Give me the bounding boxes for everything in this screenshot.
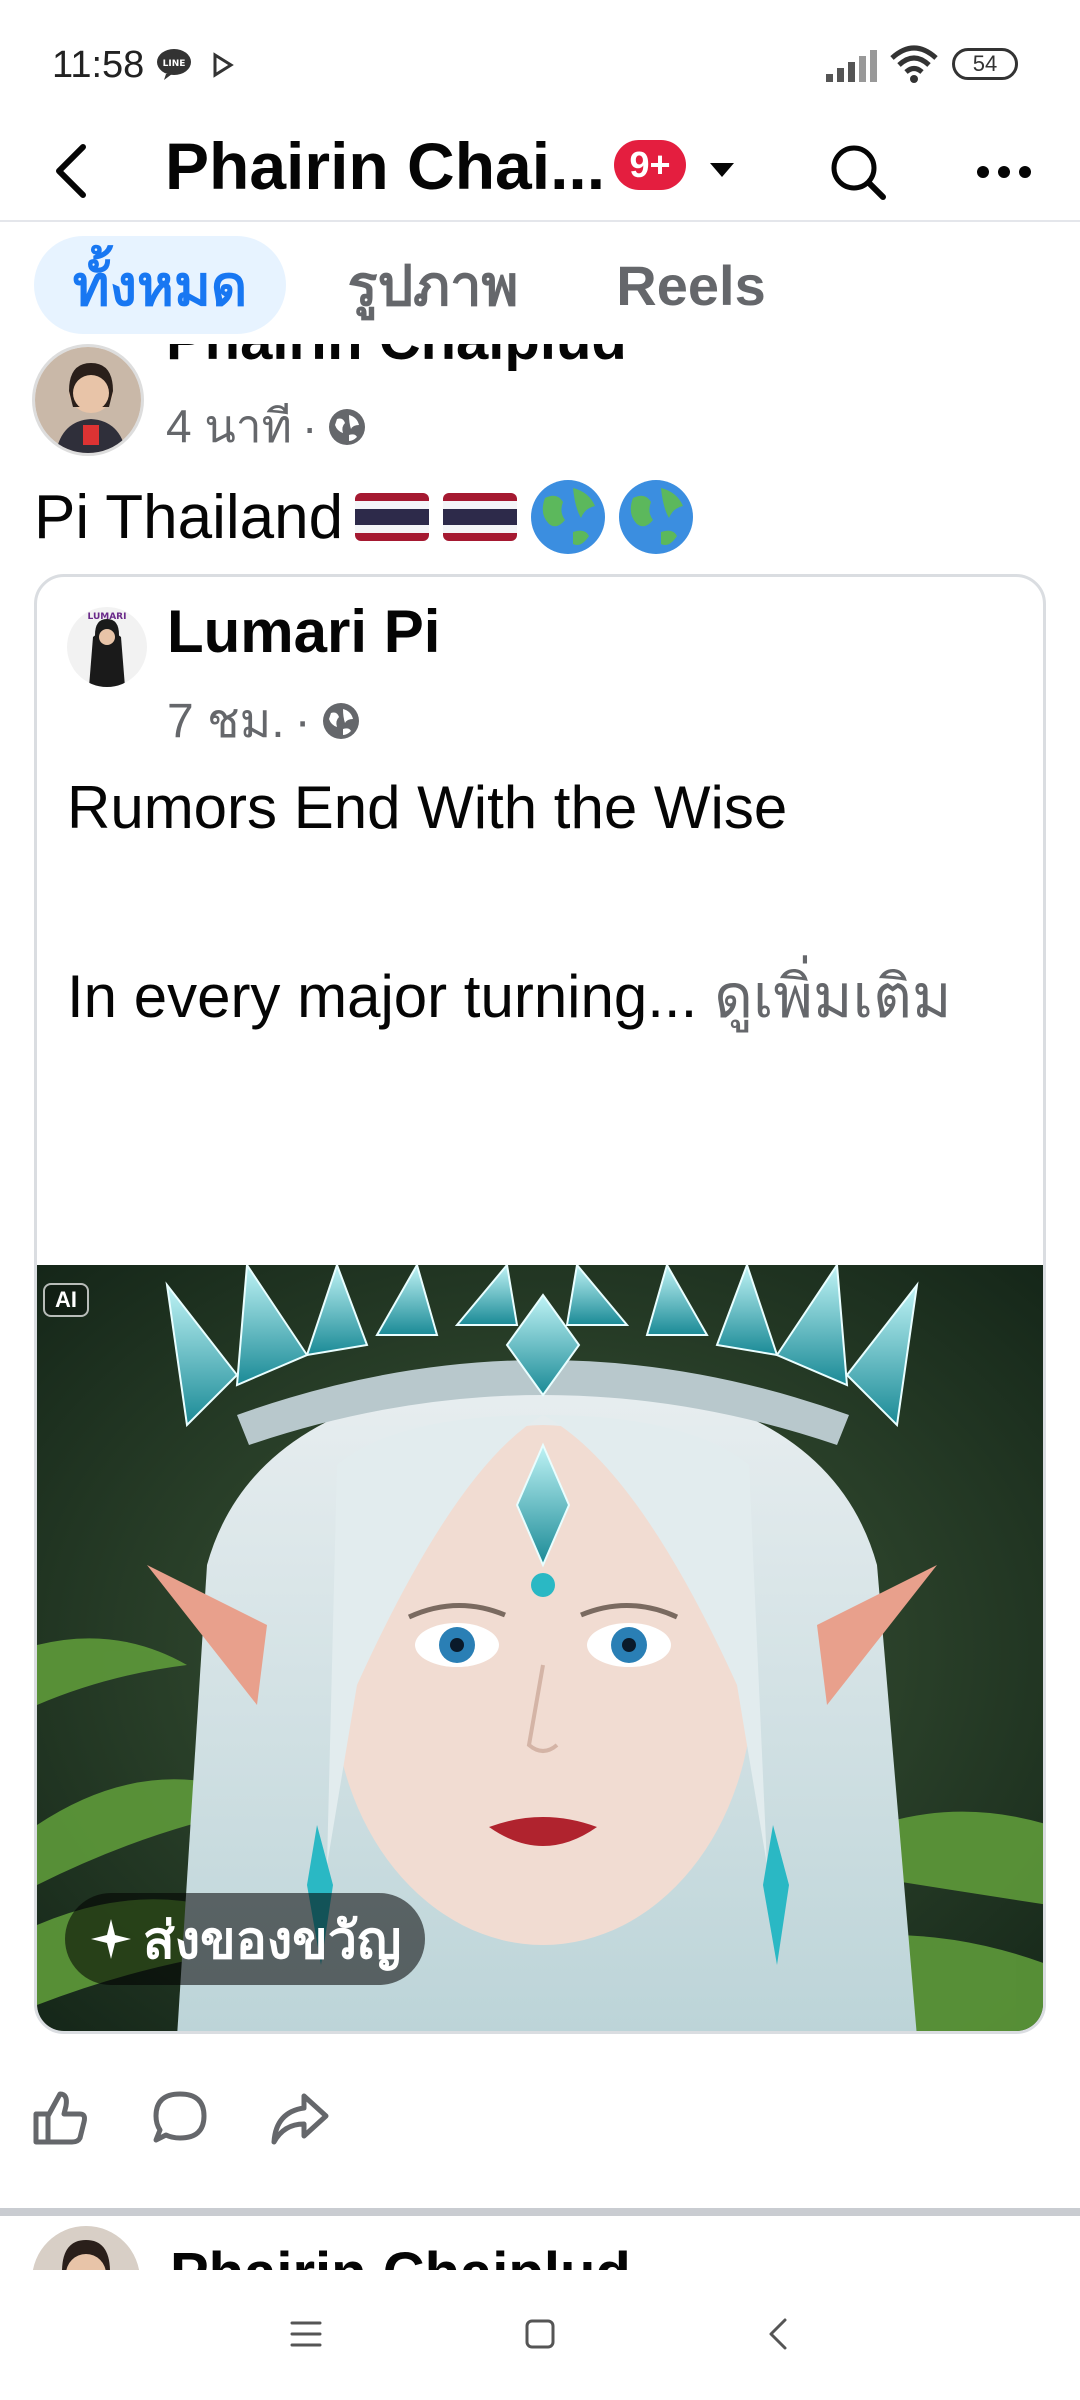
more-options-button[interactable]	[966, 134, 1042, 210]
line-app-icon: LINE	[156, 48, 192, 85]
signal-icon	[826, 48, 878, 87]
thai-flag-icon	[355, 493, 430, 541]
like-button[interactable]	[18, 2076, 102, 2160]
back-button[interactable]	[36, 136, 106, 206]
globe-privacy-icon	[322, 703, 359, 739]
search-button[interactable]	[820, 134, 896, 210]
meta-separator: ·	[301, 400, 318, 453]
next-post-author[interactable]: Phairin Chaiplud	[170, 2240, 631, 2270]
ai-generated-label: AI	[43, 1283, 89, 1317]
back-arrow-icon	[56, 144, 86, 198]
tab-reels-label: Reels	[616, 253, 766, 317]
status-bar: 11:58 LINE 54	[0, 0, 1080, 120]
system-nav-bar	[0, 2270, 1080, 2400]
wifi-icon	[890, 44, 938, 89]
post-image[interactable]: AI ส่งของขวัญ	[37, 1262, 1043, 2031]
status-time: 11:58	[52, 44, 145, 86]
notification-badge[interactable]: 9+	[614, 140, 686, 190]
home-icon	[525, 2319, 555, 2349]
post-text-content: Pi Thailand	[34, 482, 344, 552]
author-name[interactable]: Phairin Chaiplud	[166, 344, 627, 373]
post-divider	[0, 2208, 1080, 2216]
profile-dropdown-button[interactable]	[700, 148, 744, 192]
tab-all-label: ทั้งหมด	[72, 253, 248, 317]
meta-separator: ·	[294, 694, 311, 748]
page-header: Phairin Chai... 9+	[0, 120, 1080, 222]
svg-text:LINE: LINE	[163, 59, 186, 69]
shared-author-name[interactable]: Lumari Pi	[167, 597, 440, 666]
more-icon	[977, 166, 1031, 178]
tab-all[interactable]: ทั้งหมด	[34, 236, 286, 334]
shared-post-headline: Rumors End With the Wise	[67, 774, 788, 841]
next-post-avatar[interactable]	[32, 2226, 140, 2270]
send-gift-label: ส่งของขวัญ	[143, 1911, 402, 1970]
recent-apps-button[interactable]	[266, 2294, 346, 2374]
globe-icon	[531, 480, 606, 554]
author-avatar[interactable]	[32, 344, 144, 456]
battery-icon: 54	[952, 48, 1018, 80]
shared-post-card[interactable]: LUMARI Lumari Pi 7 ชม. · Rumors End With…	[34, 574, 1046, 2034]
comment-button[interactable]	[138, 2076, 222, 2160]
see-more-link[interactable]: ดูเพิ่มเติม	[714, 963, 952, 1030]
tab-photos[interactable]: รูปภาพ	[318, 236, 548, 334]
home-button[interactable]	[500, 2294, 580, 2374]
feed[interactable]: Phairin Chaiplud 4 นาที · Pi Thailand LU…	[0, 344, 1080, 2270]
shared-author-avatar[interactable]: LUMARI	[67, 607, 147, 687]
tab-reels[interactable]: Reels	[594, 236, 788, 334]
share-button[interactable]	[258, 2076, 342, 2160]
dropdown-caret-icon	[710, 163, 734, 177]
search-icon	[831, 145, 886, 200]
system-back-button[interactable]	[738, 2294, 818, 2374]
send-gift-button[interactable]: ส่งของขวัญ	[65, 1893, 426, 1985]
gift-sparkle-icon	[91, 1919, 131, 1959]
filter-tabs: ทั้งหมด รูปภาพ Reels	[0, 224, 1080, 344]
shared-post-excerpt: In every major turning... ดูเพิ่มเติม	[67, 949, 952, 1044]
like-icon	[33, 2091, 87, 2145]
post-actions	[0, 2058, 1080, 2178]
page-title[interactable]: Phairin Chai...	[165, 128, 605, 204]
globe-icon	[619, 480, 694, 554]
share-icon	[271, 2093, 329, 2145]
shared-post-excerpt-text: In every major turning...	[67, 963, 698, 1030]
post-text: Pi Thailand	[34, 478, 695, 556]
menu-icon	[290, 2321, 322, 2347]
shared-post-time[interactable]: 7 ชม.	[167, 683, 285, 759]
post-time[interactable]: 4 นาที	[166, 390, 292, 463]
post-meta: 4 นาที ·	[166, 390, 367, 463]
battery-level: 54	[972, 51, 998, 76]
back-icon	[769, 2318, 787, 2350]
thai-flag-icon	[443, 493, 518, 541]
svg-text:LUMARI: LUMARI	[88, 612, 127, 622]
comment-icon	[153, 2091, 207, 2143]
play-icon	[212, 52, 234, 83]
tab-photos-label: รูปภาพ	[347, 253, 519, 317]
globe-privacy-icon	[329, 408, 366, 445]
shared-post-meta: 7 ชม. ·	[167, 683, 361, 759]
